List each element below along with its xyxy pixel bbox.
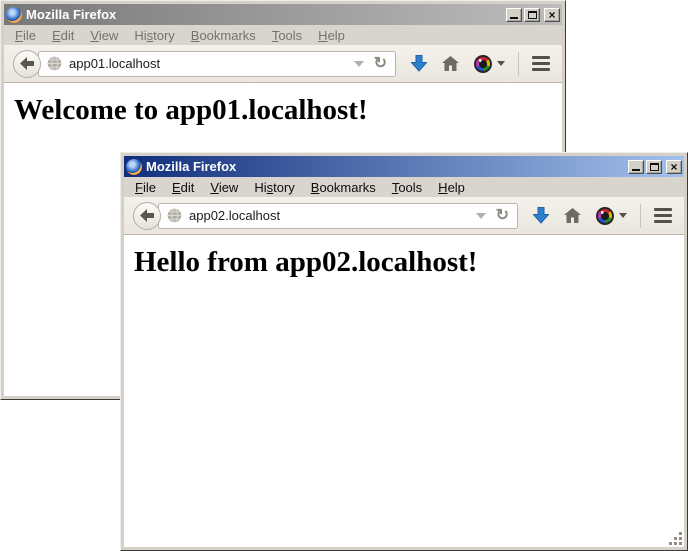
menu-help[interactable]: Help <box>430 178 473 197</box>
menu-edit[interactable]: Edit <box>164 178 202 197</box>
minimize-button[interactable] <box>506 8 522 22</box>
back-button[interactable] <box>133 202 161 230</box>
close-button[interactable]: × <box>666 160 682 174</box>
lens-icon <box>474 55 492 73</box>
maximize-icon <box>528 11 537 19</box>
minimize-icon <box>510 17 518 19</box>
title-bar[interactable]: Mozilla Firefox × <box>4 4 562 25</box>
navigation-toolbar: app02.localhost ↻ <box>124 197 684 235</box>
firefox-icon <box>126 159 142 175</box>
menu-bar: File Edit View History Bookmarks Tools H… <box>124 177 684 197</box>
back-arrow-icon <box>20 57 34 70</box>
maximize-icon <box>650 163 659 171</box>
navigation-toolbar: app01.localhost ↻ <box>4 45 562 83</box>
globe-icon <box>167 208 182 223</box>
toolbar-separator <box>518 52 519 76</box>
extension-lens-button[interactable] <box>596 207 627 225</box>
firefox-window-app02: Mozilla Firefox × File Edit View History… <box>120 152 688 551</box>
open-menu-button[interactable] <box>532 56 550 71</box>
download-arrow-icon <box>533 207 549 224</box>
window-controls: × <box>506 8 560 22</box>
close-icon: × <box>670 162 677 172</box>
maximize-button[interactable] <box>646 160 662 174</box>
back-arrow-icon <box>140 209 154 222</box>
home-icon <box>564 208 581 223</box>
toolbar-separator <box>640 204 641 228</box>
close-icon: × <box>548 10 555 20</box>
hamburger-icon <box>532 56 550 71</box>
menu-bookmarks[interactable]: Bookmarks <box>303 178 384 197</box>
back-button[interactable] <box>13 50 41 78</box>
menu-bar: File Edit View History Bookmarks Tools H… <box>4 25 562 45</box>
menu-bookmarks[interactable]: Bookmarks <box>183 26 264 45</box>
minimize-button[interactable] <box>628 160 644 174</box>
globe-icon <box>47 56 62 71</box>
url-text[interactable]: app01.localhost <box>69 56 347 71</box>
downloads-button[interactable] <box>411 55 427 72</box>
resize-grip[interactable] <box>668 531 683 546</box>
menu-tools[interactable]: Tools <box>264 26 310 45</box>
chevron-down-icon <box>497 61 505 66</box>
window-controls: × <box>628 160 682 174</box>
menu-history[interactable]: History <box>246 178 302 197</box>
reload-icon[interactable]: ↻ <box>371 56 390 72</box>
page-heading: Welcome to app01.localhost! <box>14 94 562 127</box>
firefox-icon <box>6 7 22 23</box>
reload-icon[interactable]: ↻ <box>493 208 512 224</box>
url-bar[interactable]: app02.localhost ↻ <box>158 203 518 229</box>
chevron-down-icon <box>619 213 627 218</box>
download-arrow-icon <box>411 55 427 72</box>
extension-lens-button[interactable] <box>474 55 505 73</box>
page-heading: Hello from app02.localhost! <box>134 246 684 279</box>
menu-view[interactable]: View <box>82 26 126 45</box>
desktop: Mozilla Firefox × File Edit View History… <box>0 0 688 551</box>
menu-help[interactable]: Help <box>310 26 353 45</box>
menu-view[interactable]: View <box>202 178 246 197</box>
home-icon <box>442 56 459 71</box>
minimize-icon <box>632 169 640 171</box>
lens-icon <box>596 207 614 225</box>
url-bar[interactable]: app01.localhost ↻ <box>38 51 396 77</box>
menu-edit[interactable]: Edit <box>44 26 82 45</box>
maximize-button[interactable] <box>524 8 540 22</box>
close-button[interactable]: × <box>544 8 560 22</box>
open-menu-button[interactable] <box>654 208 672 223</box>
menu-file[interactable]: File <box>7 26 44 45</box>
page-content: Hello from app02.localhost! <box>124 235 684 547</box>
url-dropdown-icon[interactable] <box>354 61 364 67</box>
home-button[interactable] <box>564 208 581 223</box>
downloads-button[interactable] <box>533 207 549 224</box>
menu-file[interactable]: File <box>127 178 164 197</box>
hamburger-icon <box>654 208 672 223</box>
menu-tools[interactable]: Tools <box>384 178 430 197</box>
home-button[interactable] <box>442 56 459 71</box>
url-dropdown-icon[interactable] <box>476 213 486 219</box>
title-bar[interactable]: Mozilla Firefox × <box>124 156 684 177</box>
menu-history[interactable]: History <box>126 26 182 45</box>
window-title: Mozilla Firefox <box>146 159 624 174</box>
window-title: Mozilla Firefox <box>26 7 502 22</box>
url-text[interactable]: app02.localhost <box>189 208 469 223</box>
